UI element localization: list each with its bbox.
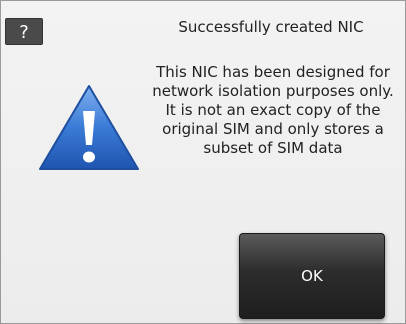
message-line: subset of SIM data — [203, 139, 343, 157]
dialog-message: This NIC has been designed for network i… — [145, 63, 401, 158]
message-line: This NIC has been designed for — [156, 63, 390, 81]
message-line: It is not an exact copy of the — [165, 101, 381, 119]
dialog-title: Successfully created NIC — [178, 18, 364, 36]
help-button-label: ? — [19, 22, 29, 43]
dialog-window: ? Successfully created NIC This NIC has … — [0, 0, 406, 324]
ok-button-label: OK — [301, 267, 323, 285]
ok-button[interactable]: OK — [239, 233, 385, 319]
message-line: original SIM and only stores a — [162, 120, 384, 138]
help-button[interactable]: ? — [5, 18, 43, 45]
warning-icon — [39, 85, 139, 170]
message-line: network isolation purposes only. — [152, 82, 394, 100]
